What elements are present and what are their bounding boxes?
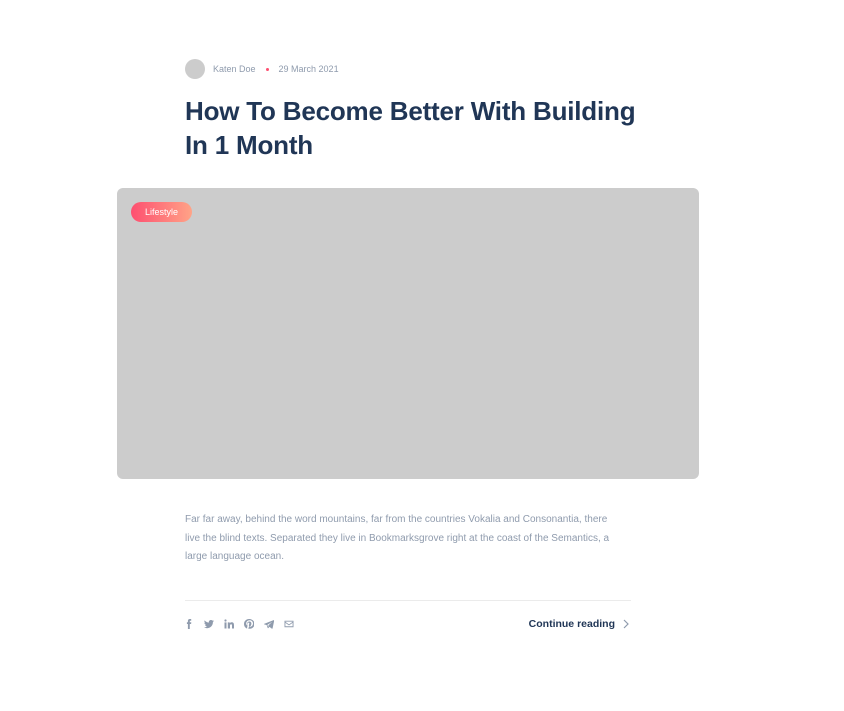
- post-meta: Katen Doe 29 March 2021: [185, 59, 339, 79]
- telegram-icon[interactable]: [262, 617, 276, 631]
- share-icons: [182, 617, 302, 631]
- category-badge[interactable]: Lifestyle: [131, 202, 193, 222]
- twitter-icon[interactable]: [202, 617, 216, 631]
- pinterest-icon[interactable]: [242, 617, 256, 631]
- post-excerpt: Far far away, behind the word mountains,…: [185, 514, 610, 562]
- meta-separator-dot: [265, 67, 269, 71]
- author-name[interactable]: Katen Doe: [213, 64, 256, 74]
- post-featured-image[interactable]: Lifestyle: [117, 188, 699, 479]
- email-icon[interactable]: [282, 617, 296, 631]
- author-avatar[interactable]: [185, 59, 205, 79]
- chevron-right-icon: [623, 619, 631, 629]
- facebook-icon[interactable]: [182, 617, 196, 631]
- linkedin-icon[interactable]: [222, 617, 236, 631]
- continue-reading-label: Continue reading: [528, 618, 615, 630]
- continue-reading-link[interactable]: Continue reading: [529, 617, 631, 631]
- post-footer-divider: [185, 600, 631, 601]
- post-date: 29 March 2021: [278, 64, 339, 74]
- post-title[interactable]: How To Become Better With Building In 1 …: [185, 94, 655, 162]
